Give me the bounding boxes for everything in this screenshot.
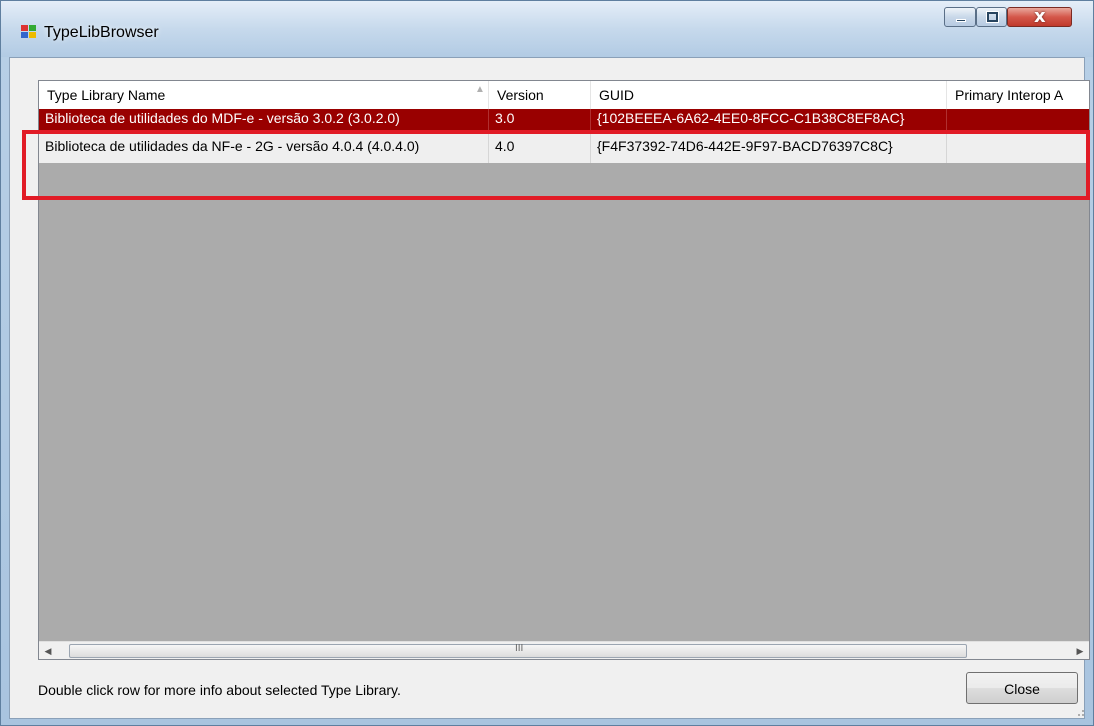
scroll-left-icon[interactable]: ◀ [39, 642, 57, 659]
column-header-primary-interop[interactable]: Primary Interop A [947, 81, 1089, 109]
maximize-button[interactable] [976, 7, 1007, 27]
cell-version: 4.0 [489, 131, 591, 163]
sort-ascending-icon: ▲ [475, 84, 485, 95]
app-icon [21, 25, 37, 39]
minimize-icon [956, 19, 966, 22]
cell-guid: {F4F37392-74D6-442E-9F97-BACD76397C8C} [591, 131, 947, 163]
table-row[interactable]: Biblioteca de utilidades da NF-e - 2G - … [39, 131, 1089, 163]
client-area: Type Library Name ▲ Version GUID Primary… [9, 57, 1090, 719]
cell-version: 3.0 [489, 109, 591, 131]
horizontal-scrollbar[interactable]: ◀ III ▶ [39, 641, 1089, 659]
cell-guid: {102BEEEA-6A62-4EE0-8FCC-C1B38C8EF8AC} [591, 109, 947, 131]
resize-grip-icon[interactable] [1071, 703, 1085, 717]
close-icon: x [1034, 6, 1046, 27]
table-row[interactable]: Biblioteca de utilidades do MDF-e - vers… [39, 109, 1089, 131]
minimize-button[interactable] [944, 7, 976, 27]
scroll-grip-icon: III [515, 643, 524, 654]
close-button[interactable]: Close [966, 672, 1078, 704]
maximize-icon [986, 11, 999, 23]
caption-buttons: x [944, 6, 1072, 29]
cell-name: Biblioteca de utilidades do MDF-e - vers… [39, 109, 489, 131]
cell-name: Biblioteca de utilidades da NF-e - 2G - … [39, 131, 489, 163]
typelib-browser-window: TypeLibBrowser x Type Library Name ▲ Ver… [0, 0, 1094, 726]
cell-interop [947, 131, 1089, 163]
column-header-version[interactable]: Version [489, 81, 591, 109]
title-bar[interactable]: TypeLibBrowser x [1, 1, 1093, 57]
window-close-button[interactable]: x [1007, 6, 1072, 27]
cell-interop [947, 109, 1089, 131]
scroll-thumb[interactable]: III [69, 643, 967, 658]
hint-text: Double click row for more info about sel… [38, 682, 401, 698]
type-library-list[interactable]: Type Library Name ▲ Version GUID Primary… [38, 80, 1090, 660]
list-header: Type Library Name ▲ Version GUID Primary… [39, 81, 1089, 110]
scroll-right-icon[interactable]: ▶ [1071, 642, 1089, 659]
column-header-guid[interactable]: GUID [591, 81, 947, 109]
window-title: TypeLibBrowser [44, 24, 159, 41]
column-header-name[interactable]: Type Library Name [39, 81, 489, 109]
